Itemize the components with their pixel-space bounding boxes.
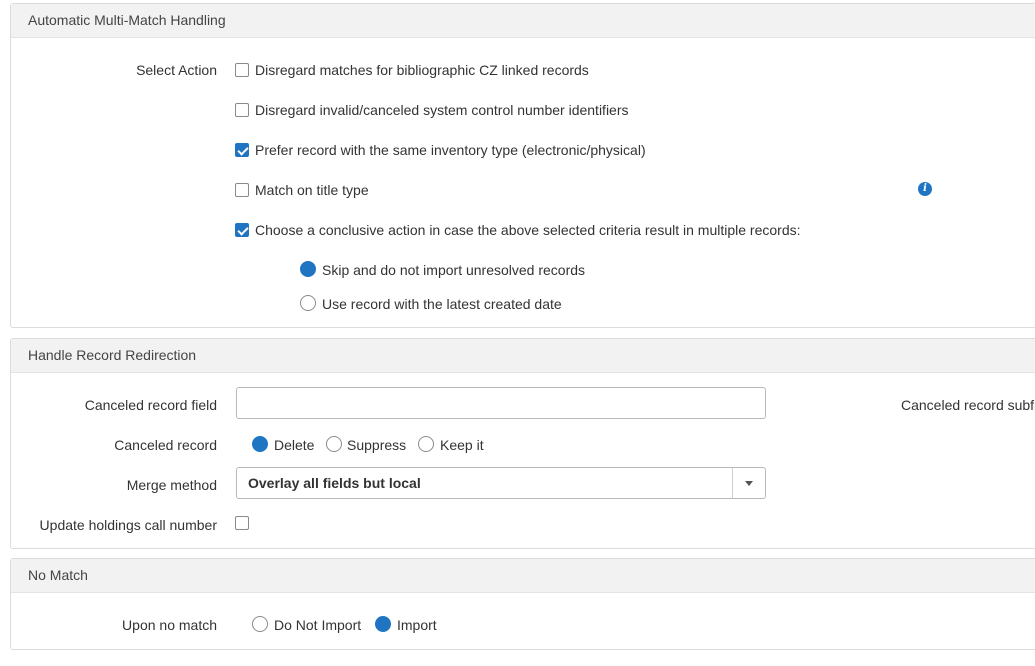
conclusive-skip-label: Skip and do not import unresolved record… (322, 262, 586, 278)
update-holdings-label: Update holdings call number (39, 517, 217, 533)
option-title-type-label: Match on title type (255, 182, 369, 198)
redirection-panel-title: Handle Record Redirection (28, 347, 197, 363)
redirection-panel: Handle Record Redirection Canceled recor… (10, 338, 1035, 549)
no-match-do-not-import-radio[interactable] (252, 616, 268, 632)
option-cz-linked-label: Disregard matches for bibliographic CZ l… (255, 62, 589, 78)
merge-method-value: Overlay all fields but local (248, 475, 421, 491)
update-holdings-checkbox[interactable] (235, 516, 249, 530)
canceled-record-field-input[interactable] (236, 387, 766, 419)
multi-match-panel-header: Automatic Multi-Match Handling (11, 4, 1035, 38)
canceled-record-keep-label: Keep it (440, 437, 484, 453)
option-invalid-identifiers-checkbox[interactable] (235, 103, 249, 117)
option-inventory-type-checkbox[interactable] (235, 143, 249, 157)
canceled-record-suppress-radio[interactable] (326, 436, 342, 452)
canceled-record-subfield-label: Canceled record subfi (901, 397, 1035, 413)
multi-match-panel-title: Automatic Multi-Match Handling (28, 12, 226, 28)
option-inventory-type-label: Prefer record with the same inventory ty… (255, 142, 646, 158)
redirection-panel-header: Handle Record Redirection (11, 339, 1035, 373)
conclusive-latest-date-label: Use record with the latest created date (322, 296, 562, 312)
canceled-record-field-label: Canceled record field (84, 397, 217, 413)
option-invalid-identifiers-label: Disregard invalid/canceled system contro… (255, 102, 629, 118)
chevron-down-icon (745, 481, 753, 486)
no-match-panel: No Match Upon no match Do Not Import Imp… (10, 558, 1035, 650)
no-match-import-label: Import (397, 617, 437, 633)
upon-no-match-label: Upon no match (122, 617, 217, 633)
select-action-label: Select Action (136, 62, 217, 78)
no-match-panel-title: No Match (28, 567, 88, 583)
option-conclusive-action-label: Choose a conclusive action in case the a… (255, 222, 801, 238)
info-icon[interactable]: i (918, 182, 932, 196)
conclusive-skip-radio[interactable] (300, 261, 316, 277)
merge-method-select[interactable]: Overlay all fields but local (236, 467, 766, 499)
canceled-record-keep-radio[interactable] (418, 436, 434, 452)
option-conclusive-action-checkbox[interactable] (235, 223, 249, 237)
canceled-record-suppress-label: Suppress (347, 437, 407, 453)
option-cz-linked-checkbox[interactable] (235, 63, 249, 77)
option-title-type-checkbox[interactable] (235, 183, 249, 197)
canceled-record-delete-radio[interactable] (252, 436, 268, 452)
canceled-record-label: Canceled record (114, 437, 217, 453)
no-match-import-radio[interactable] (375, 616, 391, 632)
multi-match-panel: Automatic Multi-Match Handling Select Ac… (10, 3, 1035, 328)
no-match-do-not-import-label: Do Not Import (274, 617, 362, 633)
merge-method-label: Merge method (126, 477, 217, 493)
conclusive-latest-date-radio[interactable] (300, 295, 316, 311)
canceled-record-delete-label: Delete (274, 437, 315, 453)
no-match-panel-header: No Match (11, 559, 1035, 593)
merge-method-dropdown-button[interactable] (732, 468, 765, 498)
